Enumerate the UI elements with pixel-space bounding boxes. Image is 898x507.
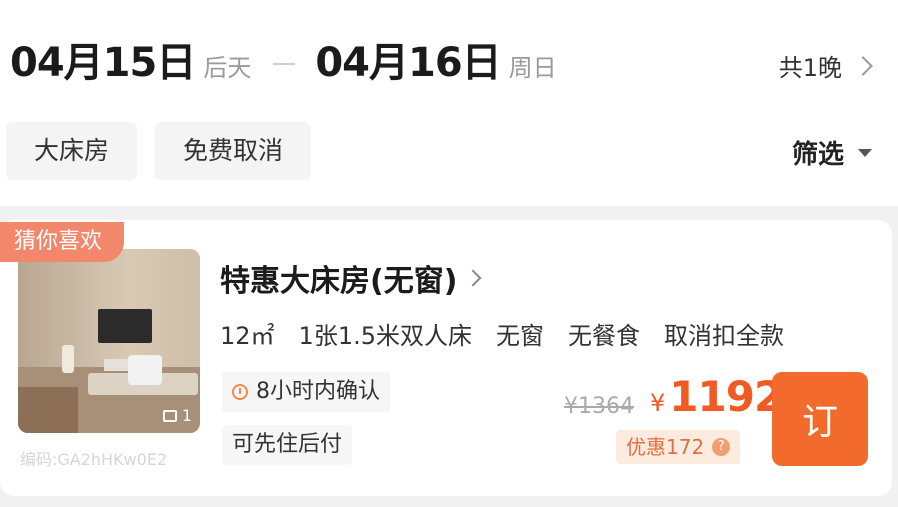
confirm-tag: 8小时内确认	[222, 372, 390, 412]
date-range[interactable]: 04月15日 后天 04月16日 周日	[10, 30, 557, 90]
date-filter-panel: 04月15日 后天 04月16日 周日 共1晚 大床房 免费取消 筛选	[0, 0, 898, 206]
nights-label: 共1晚	[778, 54, 842, 82]
filter-label: 筛选	[791, 140, 844, 170]
currency-symbol: ¥	[650, 389, 666, 417]
discount-badge[interactable]: 优惠172 ?	[616, 430, 741, 464]
filter-chips: 大床房 免费取消	[6, 122, 312, 180]
checkout-date[interactable]: 04月16日	[315, 30, 501, 88]
recommend-badge: 猜你喜欢	[0, 222, 125, 262]
room-photo[interactable]: 1	[18, 249, 200, 433]
checkout-day: 周日	[508, 54, 557, 82]
clock-icon	[232, 384, 248, 400]
room-cancel-policy: 取消扣全款	[663, 322, 784, 350]
room-title-text: 特惠大床房(无窗)	[220, 264, 458, 299]
tv-shape	[98, 309, 152, 343]
book-button[interactable]: 订	[772, 372, 868, 466]
photo-count: 1	[162, 406, 192, 425]
pay-later-tag: 可先住后付	[222, 425, 353, 465]
room-title[interactable]: 特惠大床房(无窗)	[220, 256, 482, 300]
room-code: 编码:GA2hHKw0E2	[20, 450, 168, 469]
room-bed: 1张1.5米双人床	[298, 322, 472, 350]
filter-button[interactable]: 筛选	[792, 134, 872, 171]
question-icon: ?	[712, 438, 731, 456]
sale-price: ¥ 1192	[650, 372, 783, 421]
room-facts: 12㎡ 1张1.5米双人床 无窗 无餐食 取消扣全款	[220, 316, 784, 351]
room-window: 无窗	[495, 322, 544, 350]
chevron-right-icon	[853, 55, 873, 76]
chevron-right-icon	[464, 269, 482, 287]
checkin-date[interactable]: 04月15日	[10, 30, 196, 88]
original-price: ¥1364	[564, 394, 634, 419]
room-area: 12㎡	[220, 322, 275, 350]
caret-down-icon	[858, 148, 872, 157]
price-amount: 1192	[669, 372, 783, 421]
room-meal: 无餐食	[567, 322, 640, 350]
photo-count-number: 1	[181, 406, 192, 425]
chip-king-bed[interactable]: 大床房	[6, 122, 138, 180]
nights-selector[interactable]: 共1晚	[778, 48, 873, 83]
confirm-tag-text: 8小时内确认	[256, 379, 380, 404]
date-separator	[273, 63, 296, 65]
chip-free-cancel[interactable]: 免费取消	[155, 122, 312, 180]
checkin-day: 后天	[203, 54, 252, 82]
discount-text: 优惠172	[626, 435, 705, 459]
photo-icon	[162, 409, 177, 422]
